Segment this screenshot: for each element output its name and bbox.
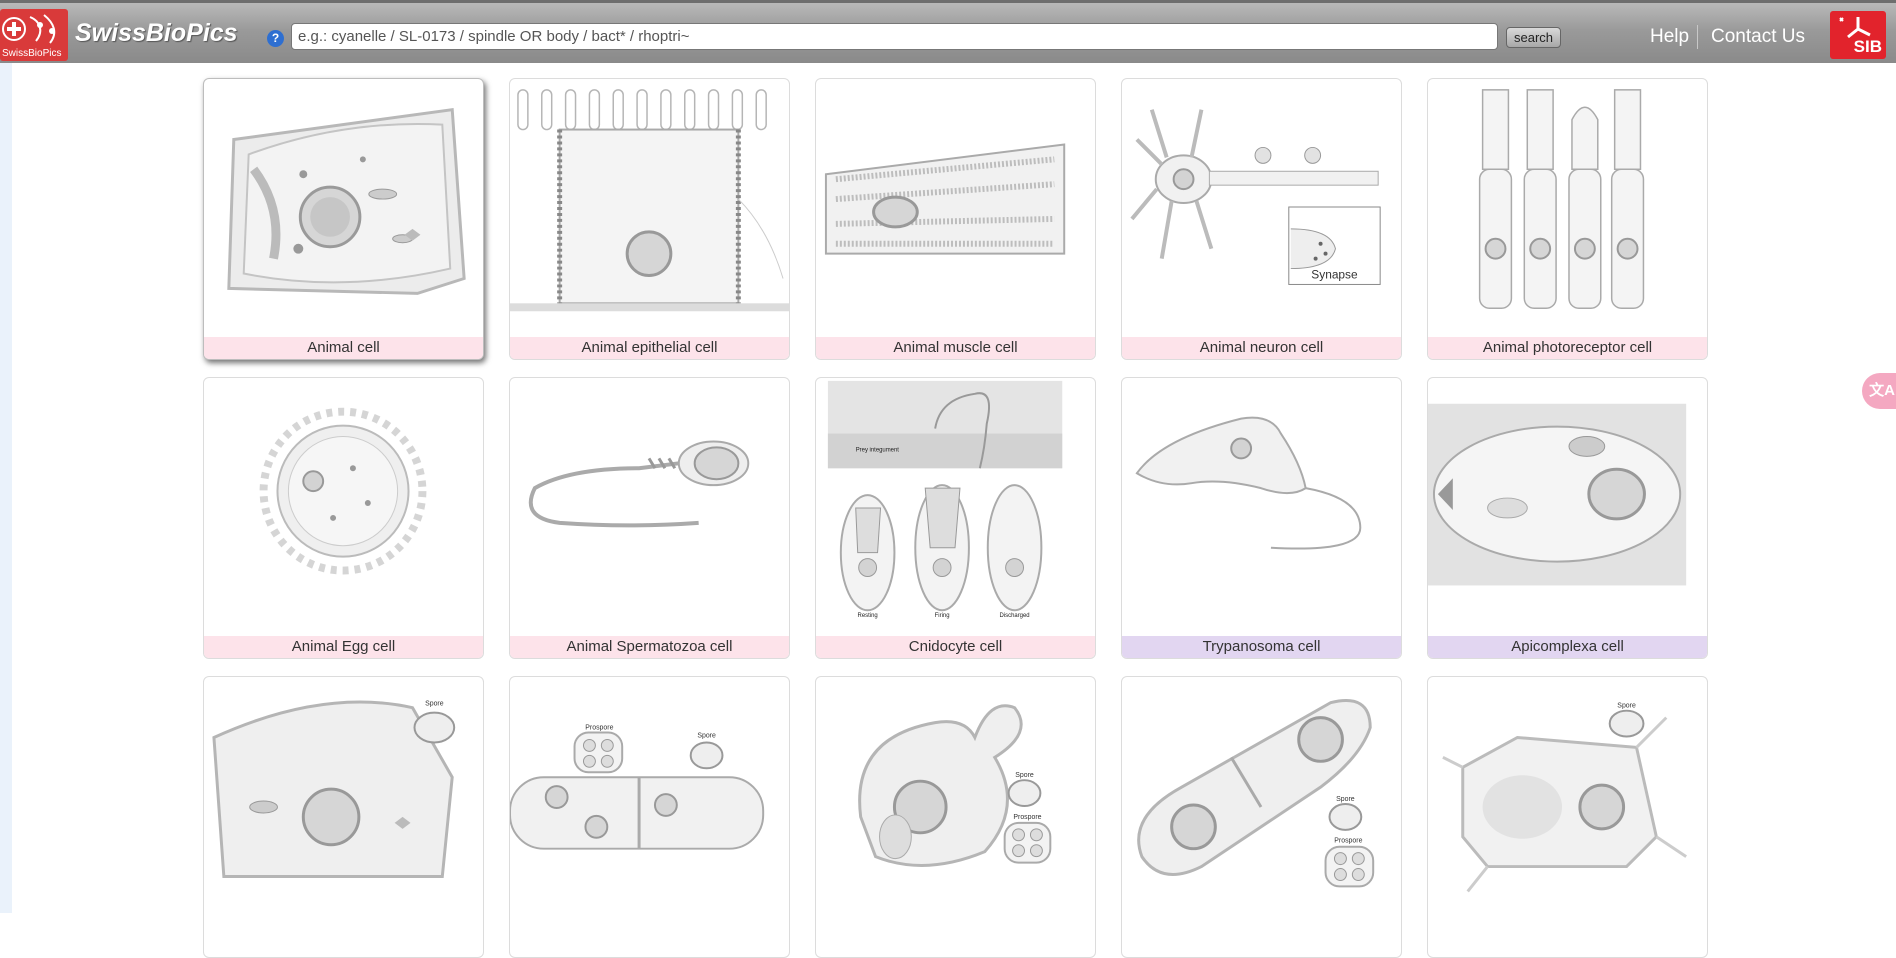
card-animal-photoreceptor-cell[interactable]: Animal photoreceptor cell <box>1427 78 1708 360</box>
logo-caption: SwissBioPics <box>2 48 62 59</box>
animal-photoreceptor-cell-image <box>1478 89 1645 310</box>
animal-neuron-cell-image: Synapse <box>1130 109 1381 285</box>
spore-caption: Spore <box>697 732 716 739</box>
card-animal-egg-cell[interactable]: Animal Egg cell <box>203 377 484 659</box>
card-label: Cnidocyte cell <box>816 636 1095 658</box>
fungal-cell-2-image: Prospore Spore <box>510 725 765 850</box>
card-fungal-cell-4[interactable]: Spore Prospore <box>1121 676 1402 958</box>
fungal-cell-1-image: Spore <box>212 700 456 878</box>
card-label: Apicomplexa cell <box>1428 636 1707 658</box>
card-animal-muscle-cell[interactable]: Animal muscle cell <box>815 78 1096 360</box>
card-animal-epithelial-cell[interactable]: Animal epithelial cell <box>509 78 790 360</box>
card-animal-neuron-cell[interactable]: Synapse Animal neuron cell <box>1121 78 1402 360</box>
search-button[interactable]: search <box>1506 27 1561 48</box>
site-title[interactable]: SwissBioPics <box>75 19 238 48</box>
fungal-cell-4-image: Spore Prospore <box>1137 699 1375 888</box>
search-help-icon[interactable]: ? <box>267 30 284 47</box>
card-fungal-cell-2[interactable]: Prospore Spore <box>509 676 790 958</box>
swiss-cross-icon <box>2 14 56 44</box>
left-edge-strip <box>0 63 12 913</box>
card-fungal-cell-3[interactable]: Spore Prospore <box>815 676 1096 958</box>
animal-epithelial-cell-image <box>510 89 789 312</box>
resting-caption: Resting <box>858 613 878 619</box>
swissbiopics-logo[interactable]: SwissBioPics <box>0 9 68 61</box>
prospore-caption: Prospore <box>585 725 613 732</box>
card-label: Trypanosoma cell <box>1122 636 1401 658</box>
fungal-cell-5-image: Spore <box>1442 703 1687 893</box>
discharged-caption: Discharged <box>1000 613 1030 619</box>
animal-egg-cell-image <box>259 407 427 575</box>
card-label: Animal Egg cell <box>204 636 483 658</box>
card-apicomplexa-cell[interactable]: Apicomplexa cell <box>1427 377 1708 659</box>
contact-us-link[interactable]: Contact Us <box>1711 26 1805 48</box>
search-input[interactable] <box>291 23 1498 50</box>
animal-muscle-cell-image <box>824 143 1066 255</box>
top-navigation-bar: SwissBioPics SwissBioPics ? search Help … <box>0 0 1896 63</box>
card-label: Animal cell <box>204 337 483 359</box>
card-label: Animal photoreceptor cell <box>1428 337 1707 359</box>
card-label: Animal Spermatozoa cell <box>510 636 789 658</box>
cnidocyte-cell-image: Prey integument Resting Firing Discharge… <box>827 380 1063 619</box>
translate-icon[interactable]: 文A <box>1862 373 1896 409</box>
prey-integument-caption: Prey integument <box>856 447 900 453</box>
help-link[interactable]: Help <box>1650 26 1689 48</box>
card-label: Animal muscle cell <box>816 337 1095 359</box>
card-fungal-cell-1[interactable]: Spore <box>203 676 484 958</box>
synapse-caption: Synapse <box>1311 267 1358 281</box>
card-animal-spermatozoa-cell[interactable]: Animal Spermatozoa cell <box>509 377 790 659</box>
sib-logo-text: SIB <box>1853 37 1882 56</box>
card-label: Animal epithelial cell <box>510 337 789 359</box>
prospore-caption: Prospore <box>1334 838 1362 845</box>
spore-caption: Spore <box>1015 772 1034 779</box>
animal-cell-image <box>227 108 466 295</box>
spore-caption: Spore <box>1617 703 1636 710</box>
animal-spermatozoa-cell-image <box>528 440 750 528</box>
nav-divider <box>1697 25 1698 49</box>
card-cnidocyte-cell[interactable]: Prey integument Resting Firing Discharge… <box>815 377 1096 659</box>
fungal-cell-3-image: Spore Prospore <box>858 704 1052 867</box>
spore-caption: Spore <box>425 701 444 708</box>
card-animal-cell[interactable]: Animal cell <box>203 78 484 360</box>
firing-caption: Firing <box>935 613 950 619</box>
sib-logo[interactable]: SIB <box>1830 11 1886 59</box>
card-trypanosoma-cell[interactable]: Trypanosoma cell <box>1121 377 1402 659</box>
trypanosoma-cell-image <box>1135 416 1362 550</box>
card-label: Animal neuron cell <box>1122 337 1401 359</box>
apicomplexa-cell-image <box>1428 403 1687 586</box>
spore-caption: Spore <box>1336 796 1355 803</box>
card-fungal-cell-5[interactable]: Spore <box>1427 676 1708 958</box>
prospore-caption: Prospore <box>1013 814 1041 821</box>
